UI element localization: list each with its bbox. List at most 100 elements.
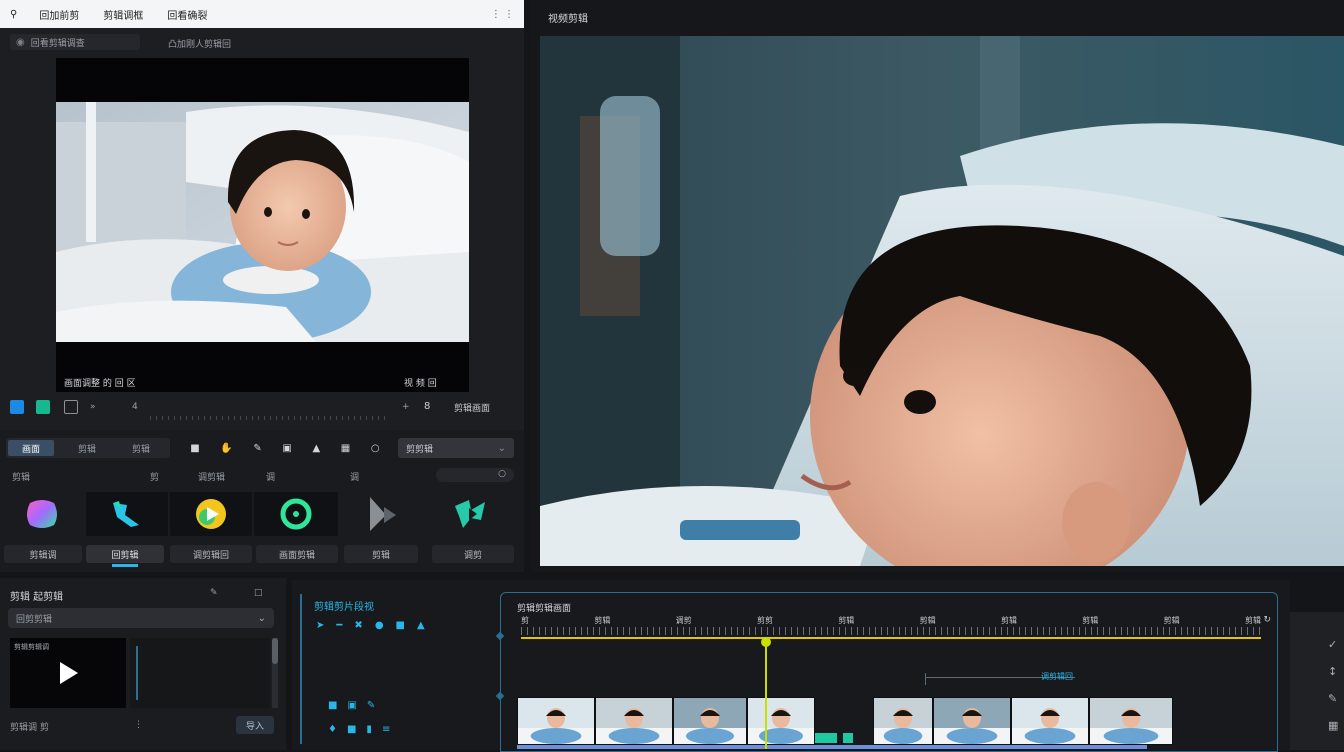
track-gap — [815, 727, 871, 743]
ruler-end-icon[interactable]: ↻ — [1263, 615, 1271, 625]
tool-icon-4[interactable]: ● — [375, 620, 384, 636]
copy-icon[interactable]: ■ — [190, 443, 199, 454]
range-handle[interactable] — [495, 691, 505, 701]
tile-label-5[interactable]: 剪辑 — [344, 545, 418, 563]
tool-icon-2[interactable]: ━ — [336, 620, 342, 636]
tick-label: 调剪 — [675, 616, 692, 625]
tab-2[interactable]: 剪辑 — [78, 442, 96, 455]
tile-label-1[interactable]: 剪辑调 — [4, 545, 82, 563]
search-icon[interactable]: ⚲ — [10, 9, 17, 20]
tool-icon[interactable]: ↕ — [1328, 665, 1344, 678]
box-icon[interactable]: ▣ — [282, 443, 291, 454]
tab-2[interactable]: 剪辑调框 — [103, 7, 143, 22]
timeline-clip[interactable] — [873, 697, 933, 745]
tab-3[interactable]: 剪辑 — [132, 442, 150, 455]
tab-active[interactable]: 画面 — [8, 440, 54, 456]
tool-strip: ■ ✋ ✎ ▣ ▲ ▦ ○ — [180, 438, 390, 458]
search-icon: ○ — [498, 469, 506, 479]
circle-icon[interactable]: ○ — [371, 443, 380, 454]
thumb-label: 剪辑剪辑调 — [14, 643, 49, 651]
zoom-button[interactable]: + — [402, 402, 410, 412]
window-titlebar: ⚲ 回加前剪 剪辑调框 回看确裂 ⋮ ⋮ — [0, 0, 524, 28]
child-photo-small — [56, 102, 469, 342]
paint-icon[interactable]: ▲ — [312, 443, 320, 454]
track-icon[interactable]: ■ — [347, 724, 356, 740]
edit-icon[interactable]: ✎ — [210, 588, 218, 598]
tool-icon[interactable]: ✎ — [1328, 692, 1344, 705]
timeline-clip[interactable] — [1011, 697, 1089, 745]
timeline-left-rail — [300, 594, 302, 744]
tile-label-6[interactable]: 调剪 — [432, 545, 514, 563]
tick-label: 剪辑 — [919, 616, 936, 625]
circle-icon: ◉ — [16, 36, 25, 48]
speed-control[interactable]: » — [90, 402, 96, 412]
media-dropdown[interactable]: 回剪剪辑 ⌄ — [8, 608, 274, 628]
track-icon[interactable]: ≡ — [382, 724, 390, 740]
search-input[interactable]: ○ — [436, 468, 514, 482]
tile-label-3[interactable]: 调剪辑回 — [170, 545, 252, 563]
effect-tile-ring[interactable] — [254, 492, 338, 536]
tab-1[interactable]: 回加前剪 — [39, 7, 79, 22]
tick-label: 剪辑 — [1163, 616, 1180, 625]
tool-icon-6[interactable]: ▲ — [417, 620, 425, 636]
effect-tile-play[interactable] — [170, 492, 252, 536]
scrub-bar[interactable] — [150, 416, 390, 420]
track-icon[interactable]: ♦ — [328, 724, 337, 740]
import-button[interactable]: 导入 — [236, 716, 274, 734]
row-label-1: 剪辑 — [12, 473, 31, 483]
timeline-clip[interactable] — [747, 697, 815, 745]
timeline-left-header: 剪辑剪片段视 — [314, 602, 374, 613]
playhead-knob[interactable] — [761, 637, 772, 647]
extra-label[interactable]: 剪辑画面 — [454, 401, 490, 414]
timeline-clip[interactable] — [933, 697, 1011, 745]
tool-icon[interactable]: ▦ — [1328, 719, 1344, 732]
timeline-clip[interactable] — [595, 697, 673, 745]
tool-icon-3[interactable]: ✖ — [354, 620, 362, 636]
effect-tile-shape[interactable] — [426, 492, 516, 536]
tile-label-4[interactable]: 画面剪辑 — [256, 545, 338, 563]
child-photo-large[interactable] — [540, 36, 1344, 566]
preview-dropdown[interactable]: ◉ 回看剪辑调查 — [10, 34, 140, 50]
media-thumbnail[interactable]: 剪辑剪辑调 — [10, 638, 126, 708]
row-label-3: 调剪辑 — [198, 473, 226, 483]
tool-icon[interactable]: ✓ — [1328, 638, 1344, 651]
work-area-bar[interactable] — [521, 637, 1261, 639]
frame-icon[interactable] — [64, 400, 78, 414]
media-scrollbar[interactable] — [272, 638, 278, 708]
track-controls-1: ■ ▣ ✎ — [328, 700, 468, 716]
tool-icon-5[interactable]: ■ — [396, 620, 405, 636]
pen-icon[interactable]: ✎ — [253, 443, 261, 454]
marker-tick — [925, 673, 926, 685]
hand-icon[interactable]: ✋ — [220, 443, 232, 454]
copy-icon[interactable]: □ — [254, 588, 263, 598]
grid-icon[interactable]: ▦ — [341, 443, 350, 454]
side-tool-strip: ✓ ↕ ✎ ▦ — [1290, 612, 1344, 750]
tile-label-2[interactable]: 回剪辑 — [86, 545, 164, 563]
track-icon[interactable]: ■ — [328, 700, 337, 716]
timeline-clip[interactable] — [517, 697, 595, 745]
effects-dropdown[interactable]: 剪剪辑 ⌄ — [398, 438, 514, 458]
effect-tile-gradient[interactable] — [4, 492, 80, 536]
edit-icon[interactable] — [10, 400, 24, 414]
crop-icon[interactable] — [36, 400, 50, 414]
play-icon[interactable] — [56, 660, 80, 686]
effect-tile-arrow[interactable] — [344, 492, 420, 536]
b-label: 8 — [424, 401, 431, 412]
video-frame[interactable]: 画面调整 的 回 区 视 频 回 — [56, 58, 469, 392]
track-icon[interactable]: ✎ — [367, 700, 375, 716]
tool-icon-1[interactable]: ➤ — [316, 620, 324, 636]
row-label-5: 调 — [350, 473, 360, 483]
tab-3[interactable]: 回看确裂 — [167, 7, 207, 22]
more-icon[interactable]: ⋮ ⋮ — [491, 9, 514, 20]
ruler-ticks[interactable] — [521, 627, 1261, 635]
timeline-clip[interactable] — [673, 697, 747, 745]
media-marker — [136, 646, 138, 700]
timeline-clip[interactable] — [1089, 697, 1173, 745]
range-handle[interactable] — [495, 631, 505, 641]
track-icon[interactable]: ▮ — [366, 724, 372, 740]
marker-label: 调剪辑回 — [1041, 672, 1073, 681]
playhead[interactable] — [761, 637, 772, 749]
effects-tabs: 画面 剪辑 剪辑 — [6, 438, 170, 458]
effect-tile-brush[interactable] — [86, 492, 168, 536]
track-icon[interactable]: ▣ — [347, 700, 356, 716]
